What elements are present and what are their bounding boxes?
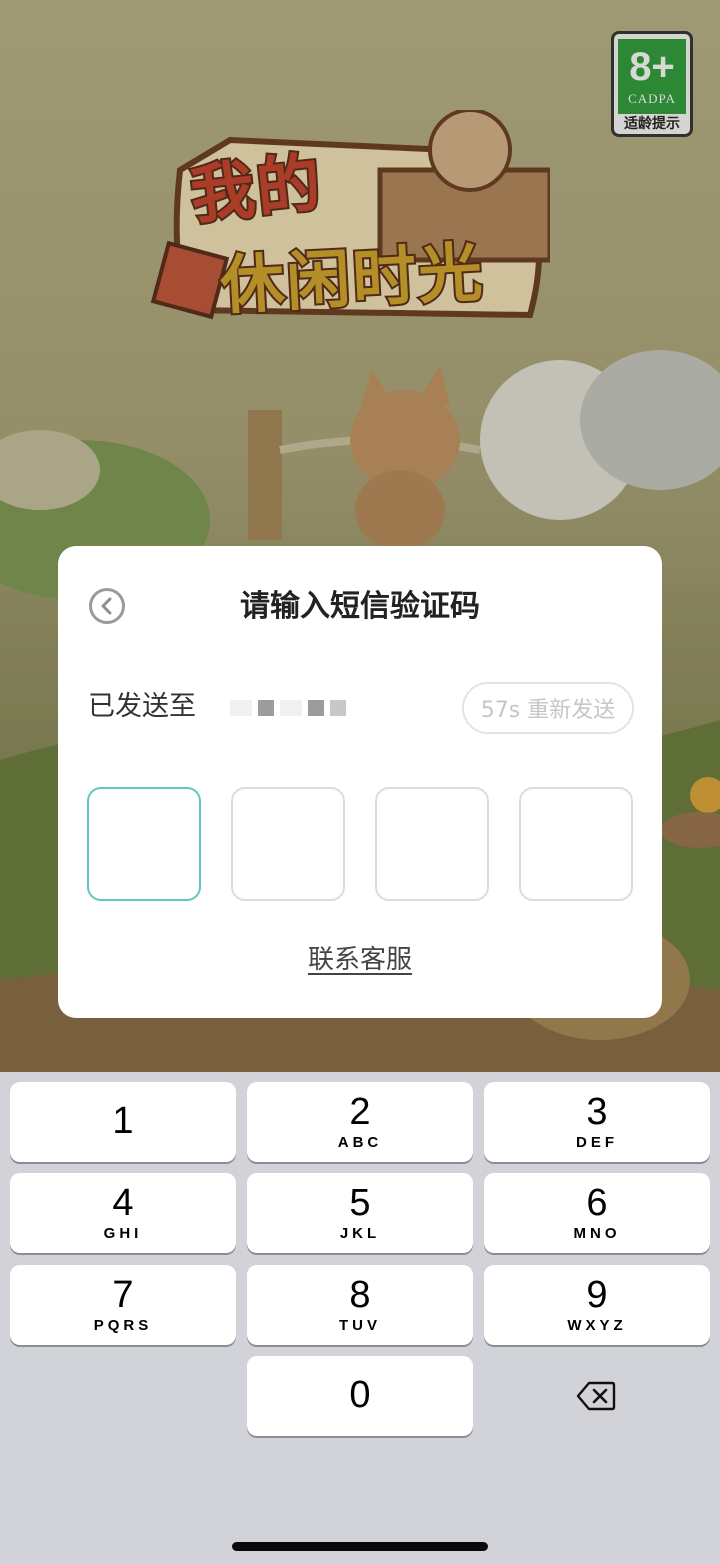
code-digit-input[interactable] <box>231 787 345 901</box>
key-letters: PQRS <box>93 1317 153 1334</box>
phone-redaction <box>230 700 252 716</box>
key-8[interactable]: 8 TUV <box>247 1265 473 1345</box>
phone-redaction <box>258 700 274 716</box>
numeric-keyboard: 1 2 ABC 3 DEF 4 GHI 5 JKL 6 MNO 7 PQRS 8… <box>0 1072 720 1564</box>
key-letters: GHI <box>103 1225 143 1242</box>
dialog-title: 请输入短信验证码 <box>240 589 480 624</box>
key-1[interactable]: 1 <box>10 1082 236 1162</box>
key-digit: 4 <box>112 1182 134 1224</box>
key-2[interactable]: 2 ABC <box>247 1082 473 1162</box>
delete-key[interactable] <box>483 1356 709 1436</box>
key-digit: 7 <box>112 1274 134 1316</box>
key-letters: WXYZ <box>567 1317 627 1334</box>
key-digit: 6 <box>586 1182 608 1224</box>
phone-redaction <box>280 700 302 716</box>
key-digit: 5 <box>349 1182 371 1224</box>
backspace-icon <box>576 1381 616 1411</box>
code-input-group <box>87 787 634 901</box>
key-digit: 1 <box>112 1100 134 1142</box>
code-digit-input[interactable] <box>375 787 489 901</box>
key-digit: 3 <box>586 1091 608 1133</box>
key-0[interactable]: 0 <box>247 1356 473 1436</box>
phone-redaction <box>308 700 324 716</box>
sms-verification-dialog: 请输入短信验证码 已发送至 57s 重新发送 联系客服 <box>58 546 662 1018</box>
key-letters: JKL <box>339 1225 381 1242</box>
masked-phone-number <box>230 696 352 720</box>
key-3[interactable]: 3 DEF <box>484 1082 710 1162</box>
key-6[interactable]: 6 MNO <box>484 1173 710 1253</box>
key-digit: 8 <box>349 1274 371 1316</box>
code-digit-input[interactable] <box>87 787 201 901</box>
contact-support-link[interactable]: 联系客服 <box>58 942 662 978</box>
screen: 我的 休闲时光 8+ CADPA 适龄提示 请输入短信验证码 已发送至 57s … <box>0 0 720 1564</box>
key-digit: 9 <box>586 1274 608 1316</box>
key-letters: TUV <box>339 1317 381 1334</box>
key-9[interactable]: 9 WXYZ <box>484 1265 710 1345</box>
key-letters: DEF <box>576 1134 618 1151</box>
key-letters: MNO <box>573 1225 621 1242</box>
key-7[interactable]: 7 PQRS <box>10 1265 236 1345</box>
home-indicator[interactable] <box>232 1542 488 1551</box>
key-digit: 2 <box>349 1091 371 1133</box>
key-5[interactable]: 5 JKL <box>247 1173 473 1253</box>
phone-redaction <box>330 700 346 716</box>
code-digit-input[interactable] <box>519 787 633 901</box>
sent-to-label: 已发送至 <box>88 691 196 722</box>
resend-code-button[interactable]: 57s 重新发送 <box>462 682 634 734</box>
key-letters: ABC <box>337 1134 383 1151</box>
key-4[interactable]: 4 GHI <box>10 1173 236 1253</box>
key-digit: 0 <box>349 1374 371 1416</box>
